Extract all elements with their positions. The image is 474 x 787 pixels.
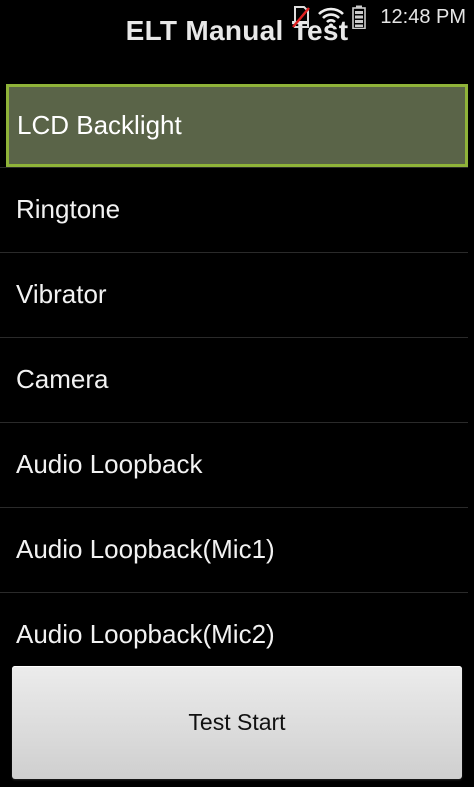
status-bar: ELT Manual Test 12:48 PM bbox=[0, 0, 474, 46]
test-list: LCD Backlight Ringtone Vibrator Camera A… bbox=[0, 84, 474, 677]
list-item-lcd-backlight[interactable]: LCD Backlight bbox=[6, 84, 468, 167]
status-icons: 12:48 PM bbox=[292, 4, 466, 30]
status-time: 12:48 PM bbox=[380, 5, 466, 28]
list-item-label: Audio Loopback(Mic2) bbox=[16, 619, 275, 649]
list-item-audio-loopback[interactable]: Audio Loopback bbox=[0, 422, 474, 507]
wifi-icon bbox=[318, 6, 345, 28]
list-item-label: Camera bbox=[16, 364, 109, 394]
test-start-button[interactable]: Test Start bbox=[12, 666, 462, 779]
list-item-label: LCD Backlight bbox=[17, 110, 182, 140]
list-item-audio-loopback-mic2[interactable]: Audio Loopback(Mic2) bbox=[0, 592, 474, 677]
list-item-label: Ringtone bbox=[16, 194, 121, 224]
battery-icon bbox=[352, 5, 367, 29]
list-item-audio-loopback-mic1[interactable]: Audio Loopback(Mic1) bbox=[0, 507, 474, 592]
list-item-vibrator[interactable]: Vibrator bbox=[0, 252, 474, 337]
list-item-label: Audio Loopback bbox=[16, 449, 203, 479]
list-item-camera[interactable]: Camera bbox=[0, 337, 474, 422]
list-item-ringtone[interactable]: Ringtone bbox=[0, 167, 474, 252]
no-sim-icon bbox=[292, 6, 311, 28]
list-item-label: Audio Loopback(Mic1) bbox=[16, 534, 275, 564]
list-item-label: Vibrator bbox=[16, 279, 107, 309]
